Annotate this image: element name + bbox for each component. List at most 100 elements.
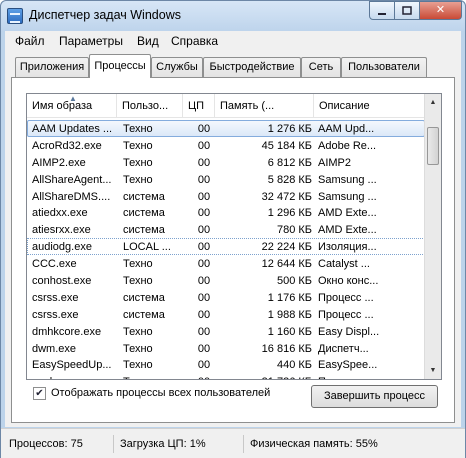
column-header-image-name[interactable]: ▲ Имя образа [27,94,117,118]
task-manager-window: Диспетчер задач Windows ✕ Файл Параметры… [0,0,466,458]
process-user-cell: система [123,190,165,203]
process-user-cell: Техно [123,258,153,271]
process-name-cell: explorer.exe [32,374,118,379]
process-row[interactable]: AAM Updates ... Техно 00 1 276 КБ AAM Upd... [27,120,425,137]
menu-file[interactable]: Файл [15,34,45,48]
process-name-cell: conhost.exe [32,275,92,288]
process-row[interactable]: AllShareAgent... Техно 00 5 828 КБ Samsung .… [27,171,425,188]
end-process-button[interactable]: Завершить процесс [311,385,438,408]
process-cpu-cell: 00 [197,258,211,271]
process-row[interactable]: csrss.exe система 00 1 176 КБ Процесс ... [27,289,425,306]
tab-users[interactable]: Пользователи [341,57,427,77]
process-memory-cell: 1 988 КБ [267,308,312,321]
process-row[interactable]: AcroRd32.exe Техно 00 45 184 КБ Adobe Re... [27,137,425,154]
process-description-cell: AMD Exte... [318,207,377,220]
column-header-memory[interactable]: Память (... [215,94,314,118]
process-user-cell: система [123,207,165,220]
tab-performance[interactable]: Быстродействие [203,57,301,77]
process-row[interactable]: dwm.exe Техно 00 16 816 КБ Диспетч... [27,340,425,357]
process-user-cell: Техно [123,275,153,288]
process-description-cell: Easy Displ... [318,325,380,338]
process-description-cell: Samsung ... [318,190,377,203]
process-row[interactable]: EasySpeedUp... Техно 00 440 КБ EasySpee... [27,356,425,373]
process-name-cell: dwm.exe [32,342,77,355]
task-manager-icon [7,8,23,24]
process-user-cell: Техно [123,123,153,135]
process-description-cell: AIMP2 [318,156,352,169]
process-rows: AAM Updates ... Техно 00 1 276 КБ AAM Upd...… [27,120,425,379]
process-row[interactable]: atiedxx.exe система 00 1 296 КБ AMD Exte... [27,204,425,221]
process-row[interactable]: AIMP2.exe Техно 00 6 812 КБ AIMP2 [27,154,425,171]
process-memory-cell: 500 КБ [276,275,312,288]
process-row[interactable]: explorer.exe Техно0031 736 КБ Проводник [27,373,425,379]
process-description-cell: Процесс ... [318,291,374,304]
process-list-header: ▲ Имя образа Пользо... ЦП Память (... Оп… [27,94,425,118]
column-header-user[interactable]: Пользо... [117,94,183,118]
process-cpu-cell: 00 [197,308,211,321]
process-row[interactable]: csrss.exe система 00 1 988 КБ Процесс ... [27,306,425,323]
process-name-cell: AAM Updates ... [32,123,113,135]
tab-services[interactable]: Службы [151,57,203,77]
process-cpu-cell: 00 [197,156,211,169]
process-user-cell: система [123,308,165,321]
tab-processes[interactable]: Процессы [89,54,151,78]
vertical-scrollbar[interactable]: ▲ ▼ [424,94,441,379]
status-cpu-usage: Загрузка ЦП: 1% [113,435,206,453]
process-user-cell: Техно [123,342,153,355]
process-name-cell: dmhkcore.exe [32,325,102,338]
status-physical-memory: Физическая память: 55% [243,435,378,453]
scrollbar-thumb[interactable] [427,127,439,165]
maximize-button[interactable] [394,1,420,20]
scroll-up-arrow-icon[interactable]: ▲ [425,94,441,111]
process-row[interactable]: audiodg.exe LOCAL ... 00 22 224 КБ Изоляция.… [27,238,425,256]
maximize-icon [402,6,412,15]
process-row[interactable]: atiesrxx.exe система 00 780 КБ AMD Exte... [27,221,425,238]
process-user-cell: система [123,291,165,304]
process-cpu-cell: 00 [197,342,211,355]
process-description-cell: Проводник [318,374,424,379]
tab-network[interactable]: Сеть [301,57,341,77]
process-memory-cell: 31 736 КБ [220,374,312,379]
process-description-cell: AMD Exte... [318,224,377,237]
process-name-cell: CCC.exe [32,258,77,271]
status-bar: Процессов: 75 Загрузка ЦП: 1% Физическая… [1,428,465,458]
process-row[interactable]: conhost.exe Техно 00 500 КБ Окно конс... [27,272,425,289]
show-all-users-checkbox[interactable]: ✔ [33,387,46,400]
process-cpu-cell: 00 [197,139,211,152]
column-header-cpu[interactable]: ЦП [183,94,215,118]
menu-help[interactable]: Справка [171,34,218,48]
minimize-icon [378,13,386,15]
title-bar[interactable]: Диспетчер задач Windows ✕ [1,1,465,31]
process-user-cell: Техно [123,359,153,372]
process-row[interactable]: AllShareDMS.... система 00 32 472 КБ Samsung… [27,188,425,205]
minimize-button[interactable] [369,1,395,20]
column-header-image-name-label: Имя образа [32,100,93,112]
process-row[interactable]: dmhkcore.exe Техно 00 1 160 КБ Easy Displ... [27,323,425,340]
menu-view[interactable]: Вид [137,34,159,48]
process-cpu-cell: 00 [197,325,211,338]
window-title: Диспетчер задач Windows [29,8,181,22]
process-description-cell: Процесс ... [318,308,374,321]
process-cpu-cell: 00 [197,359,211,372]
process-name-cell: AIMP2.exe [32,156,86,169]
tab-applications[interactable]: Приложения [15,57,89,77]
process-memory-cell: 45 184 КБ [261,139,312,152]
column-header-description[interactable]: Описание [314,94,425,118]
process-name-cell: atiedxx.exe [32,207,88,220]
process-name-cell: AcroRd32.exe [32,139,102,152]
process-memory-cell: 5 828 КБ [267,173,312,186]
process-name-cell: csrss.exe [32,291,79,304]
show-all-users-label: Отображать процессы всех пользователей [51,387,271,399]
process-row[interactable]: CCC.exe Техно 00 12 644 КБ Catalyst ... [27,255,425,272]
menu-options[interactable]: Параметры [59,34,123,48]
scroll-down-arrow-icon[interactable]: ▼ [425,362,441,379]
close-button[interactable]: ✕ [419,1,462,20]
process-name-cell: AllShareAgent... [32,173,112,186]
client-area: Приложения Процессы Службы Быстродействи… [5,51,461,427]
process-cpu-cell: 00 [197,123,211,135]
process-description-cell: Samsung ... [318,173,377,186]
process-memory-cell: 32 472 КБ [261,190,312,203]
process-list[interactable]: ▲ Имя образа Пользо... ЦП Память (... Оп… [26,93,442,380]
close-icon: ✕ [435,4,446,16]
process-memory-cell: 440 КБ [276,359,312,372]
